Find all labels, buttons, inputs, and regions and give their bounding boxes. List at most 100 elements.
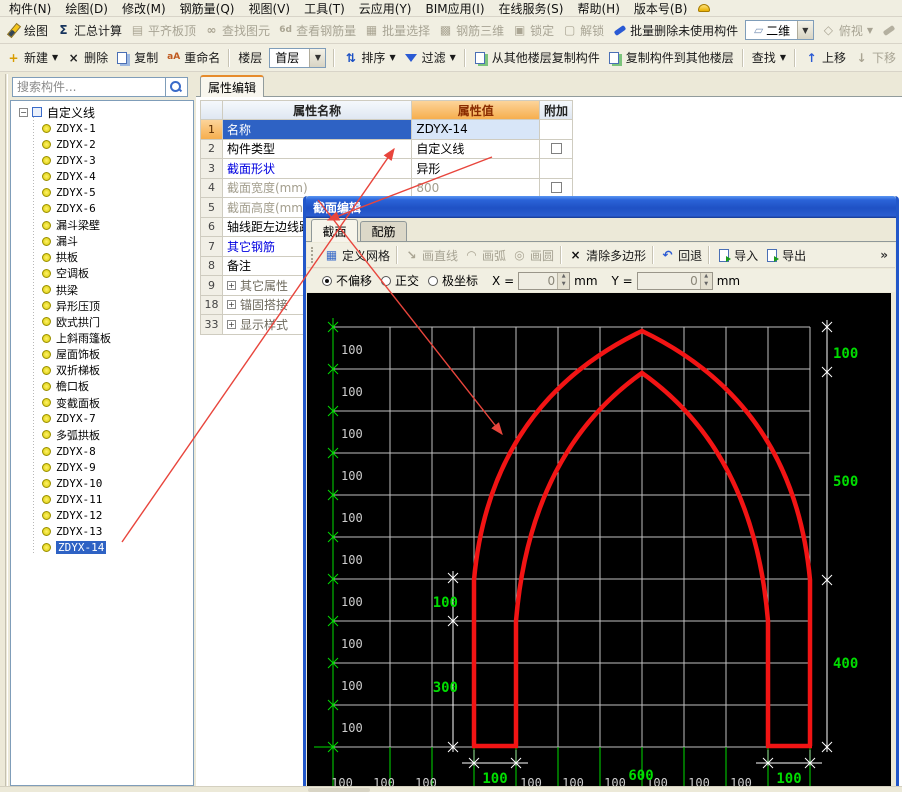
tree-item[interactable]: ZDYX-5: [11, 185, 193, 201]
重命名-button[interactable]: aA 重命名: [163, 48, 223, 67]
chevron-down-icon[interactable]: ▼: [309, 48, 326, 67]
tree-item[interactable]: 欧式拱门: [11, 314, 193, 330]
property-row[interactable]: 3 截面形状 异形: [201, 159, 573, 179]
button-label: 平齐板顶: [148, 23, 197, 38]
menu-item[interactable]: 修改(M): [115, 0, 173, 17]
menu-item[interactable]: 钢筋量(Q): [173, 0, 242, 17]
清除多边形-button[interactable]: × 清除多边形: [565, 246, 649, 265]
查找-button[interactable]: 查找 ▼: [749, 48, 789, 67]
tree-item[interactable]: 漏斗: [11, 233, 193, 249]
复制构件到其他楼层-button[interactable]: 复制构件到其他楼层: [605, 48, 737, 67]
导入-button[interactable]: 导入: [713, 246, 761, 265]
tree-item[interactable]: ZDYX-1: [11, 120, 193, 136]
tree-item[interactable]: ZDYX-13: [11, 524, 193, 540]
tree-item[interactable]: 檐口板: [11, 378, 193, 394]
tree-item[interactable]: 异形压顶: [11, 298, 193, 314]
pencil-icon: [6, 23, 21, 37]
section-canvas-area[interactable]: 100 100 100 100 100 100 100 100 100 100 100 100 100 1…: [307, 293, 891, 792]
定义网格-button[interactable]: ▦ 定义网格: [321, 246, 393, 265]
toolbar-combo[interactable]: ▱ 二维 ▼: [745, 20, 814, 40]
spinner-buttons[interactable]: ▲ ▼: [557, 272, 570, 289]
tree-item[interactable]: 拱梁: [11, 282, 193, 298]
radio-正交[interactable]: [381, 275, 392, 286]
y-coordinate-input[interactable]: 0 ▲ ▼: [636, 271, 713, 290]
tree-item[interactable]: ZDYX-3: [11, 152, 193, 168]
svg-text:100: 100: [341, 343, 363, 357]
dialog-resize-grip[interactable]: [308, 788, 370, 792]
tree-item[interactable]: ZDYX-6: [11, 201, 193, 217]
tree-item[interactable]: ZDYX-14: [11, 540, 193, 556]
button-label: 过滤: [421, 51, 446, 65]
property-tab-label: 属性编辑: [207, 80, 256, 95]
radio-极坐标[interactable]: [428, 275, 439, 286]
sigma-icon: Σ: [59, 23, 68, 37]
tree-root-item[interactable]: − 自定义线: [11, 104, 193, 120]
property-row[interactable]: 2 构件类型 自定义线: [201, 139, 573, 159]
dialog-tab-配筋[interactable]: 配筋: [360, 221, 407, 241]
tree-item[interactable]: 上斜雨篷板: [11, 330, 193, 346]
radio-不偏移[interactable]: [322, 275, 332, 286]
tree-item[interactable]: ZDYX-9: [11, 459, 193, 475]
dialog-options-row: 不偏移 正交 极坐标 X = 0 ▲ ▼ mm Y = 0 ▲ ▼ mm: [307, 269, 895, 292]
expand-icon[interactable]: +: [226, 280, 236, 290]
property-name-text: 其它钢筋: [226, 239, 275, 254]
menu-item[interactable]: 版本号(B): [627, 0, 695, 17]
tree-item[interactable]: ZDYX-12: [11, 508, 193, 524]
expand-icon[interactable]: +: [226, 319, 236, 329]
画圆-button: ◎ 画圆: [509, 246, 557, 265]
x-coordinate-input[interactable]: 0 ▲ ▼: [518, 271, 571, 290]
tree-item[interactable]: 屋面饰板: [11, 346, 193, 362]
menu-item[interactable]: 帮助(H): [570, 0, 626, 17]
tree-item[interactable]: ZDYX-10: [11, 475, 193, 491]
删除-button[interactable]: × 删除: [63, 48, 111, 67]
tree-item-label: 屋面饰板: [56, 348, 100, 362]
property-value[interactable]: 异形: [412, 159, 541, 179]
menu-item[interactable]: 在线服务(S): [492, 0, 571, 17]
property-value[interactable]: 自定义线: [412, 139, 541, 159]
tree-item[interactable]: ZDYX-2: [11, 136, 193, 152]
回退-button[interactable]: ↶ 回退: [657, 246, 705, 265]
tree-item[interactable]: 空调板: [11, 265, 193, 281]
property-row[interactable]: 1 名称 ZDYX-14: [201, 120, 573, 140]
tree-item[interactable]: 双折梯板: [11, 362, 193, 378]
复制-button[interactable]: 复制: [113, 48, 161, 67]
menu-item[interactable]: BIM应用(I): [418, 0, 491, 17]
tree-item[interactable]: 漏斗梁壁: [11, 217, 193, 233]
排序-button[interactable]: ⇅ 排序 ▼: [340, 48, 398, 67]
tree-item[interactable]: 拱板: [11, 249, 193, 265]
tree-item[interactable]: 变截面板: [11, 395, 193, 411]
property-value[interactable]: ZDYX-14: [412, 120, 541, 140]
查找图元-button: ∞ 查找图元: [201, 21, 273, 40]
extra-checkbox[interactable]: [550, 143, 562, 155]
menu-item[interactable]: 绘图(D): [58, 0, 115, 17]
expand-icon[interactable]: +: [226, 300, 236, 310]
tree-item[interactable]: ZDYX-7: [11, 411, 193, 427]
menu-item[interactable]: 工具(T): [297, 0, 352, 17]
过滤-button[interactable]: 过滤 ▼: [401, 48, 459, 67]
tree-item[interactable]: 多弧拱板: [11, 427, 193, 443]
tab-property-editor[interactable]: 属性编辑: [200, 75, 264, 97]
tree-item[interactable]: ZDYX-11: [11, 491, 193, 507]
search-button[interactable]: [166, 77, 188, 97]
toolbar-combo[interactable]: 首层 ▼: [269, 47, 327, 68]
上移-button[interactable]: ↑ 上移: [801, 48, 849, 67]
tree-item[interactable]: ZDYX-8: [11, 443, 193, 459]
从其他楼层复制构件-button[interactable]: 从其他楼层复制构件: [471, 48, 603, 67]
汇总计算-button[interactable]: Σ 汇总计算: [53, 21, 125, 40]
menu-item[interactable]: 视图(V): [241, 0, 297, 17]
menu-item[interactable]: 构件(N): [2, 0, 58, 17]
dialog-title-bar[interactable]: 截面编辑: [306, 196, 896, 218]
search-input[interactable]: [12, 77, 166, 97]
collapse-icon[interactable]: −: [19, 107, 28, 117]
tree-item[interactable]: ZDYX-4: [11, 169, 193, 185]
extra-checkbox[interactable]: [550, 182, 562, 194]
chevron-down-icon[interactable]: ▼: [796, 21, 813, 39]
menu-item[interactable]: 云应用(Y): [352, 0, 419, 17]
绘图-button[interactable]: 绘图: [3, 21, 51, 40]
spinner-buttons[interactable]: ▲ ▼: [699, 272, 712, 289]
导出-button[interactable]: 导出: [761, 246, 809, 265]
新建-button[interactable]: + 新建 ▼: [3, 48, 61, 67]
toolbar-overflow-chevron[interactable]: »: [880, 248, 891, 262]
批量删除未使用构件-button[interactable]: 批量删除未使用构件: [609, 21, 741, 40]
dialog-tab-截面[interactable]: 截面: [311, 219, 358, 242]
